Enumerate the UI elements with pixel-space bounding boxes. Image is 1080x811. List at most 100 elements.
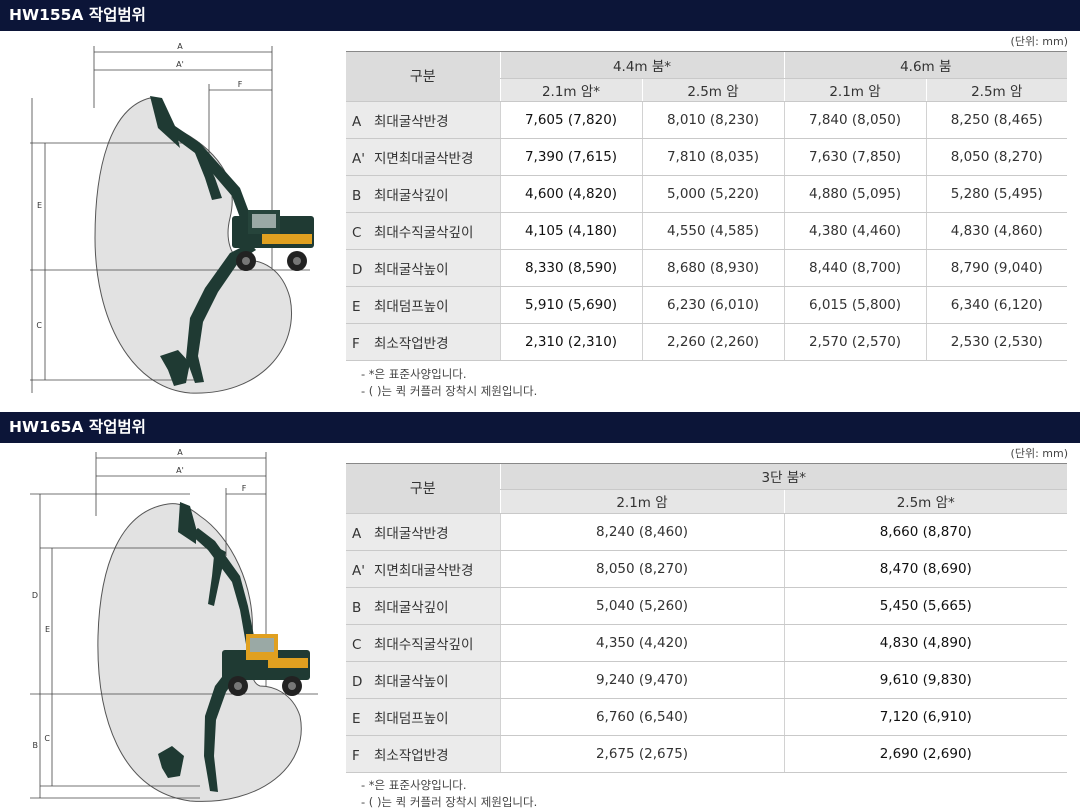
row-label: E 최대덤프높이 [346,286,500,324]
dim-label-a-prime: A' [176,60,184,69]
header-sub-arm: 2.1m 암 [499,489,784,514]
row-name: 지면최대굴삭반경 [374,562,474,579]
dim-label-a: A [177,42,183,51]
cell-value: 2,310 (2,310) [499,323,642,361]
table-row: E 최대덤프높이 6,760 (6,540) 7,120 (6,910) [346,698,1068,736]
cell-value: 6,760 (6,540) [499,698,784,736]
row-name: 최대덤프높이 [374,710,449,727]
header-group-3-piece-boom: 3단 붐* [499,464,1068,490]
unit-label-hw155a: (단위: mm) [1010,35,1068,48]
cell-value: 5,000 (5,220) [641,175,784,213]
cell-value: 5,280 (5,495) [925,175,1067,213]
row-label: A' 지면최대굴삭반경 [346,138,500,176]
note-quick-coupler: - ( )는 퀵 커플러 장착시 제원입니다. [361,384,538,398]
row-name: 최대굴삭반경 [374,525,449,542]
row-label: A 최대굴삭반경 [346,101,500,139]
cell-value: 7,120 (6,910) [783,698,1068,736]
dim-label-a: A [177,448,183,457]
cell-value: 8,680 (8,930) [641,249,784,287]
cell-value: 7,390 (7,615) [499,138,642,176]
spec-table-hw165a: 구분 3단 붐* 2.1m 암 2.5m 암* A 최대굴삭반경 8,240 (8… [346,464,1068,773]
cell-value: 8,330 (8,590) [499,249,642,287]
header-sub-arm: 2.5m 암 [925,78,1067,102]
row-name: 최소작업반경 [374,335,449,352]
table-row: A' 지면최대굴삭반경 7,390 (7,615) 7,810 (8,035) 7… [346,138,1067,176]
header-sub-arm: 2.1m 암 [783,78,926,102]
cell-value: 4,550 (4,585) [641,212,784,250]
table-row: A 최대굴삭반경 8,240 (8,460) 8,660 (8,870) [346,513,1068,551]
table-row: F 최소작업반경 2,675 (2,675) 2,690 (2,690) [346,735,1068,773]
cell-value: 8,010 (8,230) [641,101,784,139]
row-label: D 최대굴삭높이 [346,661,500,699]
row-letter: B [352,599,362,616]
row-name: 최소작업반경 [374,747,449,764]
row-label: E 최대덤프높이 [346,698,500,736]
row-name: 최대굴삭높이 [374,261,449,278]
cell-value: 4,350 (4,420) [499,624,784,662]
note-quick-coupler: - ( )는 퀵 커플러 장착시 제원입니다. [361,795,538,809]
row-letter: E [352,710,361,727]
table-row: A 최대굴삭반경 7,605 (7,820) 8,010 (8,230) 7,84… [346,101,1067,139]
cell-value: 4,105 (4,180) [499,212,642,250]
note-standard: - *은 표준사양입니다. [361,778,467,792]
row-name: 최대굴삭깊이 [374,187,449,204]
header-sub-arm: 2.5m 암* [783,489,1068,514]
row-label: C 최대수직굴삭깊이 [346,624,500,662]
row-name: 최대굴삭높이 [374,673,449,690]
dim-label-c: C [44,734,50,743]
row-letter: C [352,224,362,241]
table-row: D 최대굴삭높이 8,330 (8,590) 8,680 (8,930) 8,44… [346,249,1067,287]
cell-value: 7,810 (8,035) [641,138,784,176]
dim-label-f: F [242,484,247,493]
table-row: F 최소작업반경 2,310 (2,310) 2,260 (2,260) 2,57… [346,323,1067,361]
row-label: B 최대굴삭깊이 [346,587,500,625]
cell-value: 5,910 (5,690) [499,286,642,324]
row-letter: F [352,747,360,764]
dim-label-e: E [37,201,42,210]
row-letter: A [352,113,362,130]
row-letter: D [352,673,363,690]
row-label: C 최대수직굴삭깊이 [346,212,500,250]
row-letter: A [352,525,362,542]
header-gubun: 구분 [346,52,500,102]
cell-value: 5,040 (5,260) [499,587,784,625]
cell-value: 8,790 (9,040) [925,249,1067,287]
dim-label-b: B [33,741,39,750]
row-label: D 최대굴삭높이 [346,249,500,287]
cell-value: 9,610 (9,830) [783,661,1068,699]
row-name: 최대덤프높이 [374,298,449,315]
row-letter: B [352,187,362,204]
header-group-boom-46: 4.6m 붐 [783,52,1067,79]
cell-value: 4,830 (4,860) [925,212,1067,250]
row-letter: A' [352,150,365,167]
row-label: A 최대굴삭반경 [346,513,500,551]
excavator-body [232,210,314,271]
dim-label-c: C [36,321,42,330]
cell-value: 2,570 (2,570) [783,323,926,361]
notes-hw155a: - *은 표준사양입니다. - ( )는 퀵 커플러 장착시 제원입니다. [361,366,537,400]
cell-value: 8,470 (8,690) [783,550,1068,588]
cell-value: 8,660 (8,870) [783,513,1068,551]
cell-value: 7,840 (8,050) [783,101,926,139]
cell-value: 6,015 (5,800) [783,286,926,324]
cell-value: 8,250 (8,465) [925,101,1067,139]
cell-value: 8,050 (8,270) [499,550,784,588]
cell-value: 4,830 (4,890) [783,624,1068,662]
cell-value: 4,380 (4,460) [783,212,926,250]
table-row: A' 지면최대굴삭반경 8,050 (8,270) 8,470 (8,690) [346,550,1068,588]
header-gubun: 구분 [346,464,500,514]
row-letter: E [352,298,361,315]
row-label: B 최대굴삭깊이 [346,175,500,213]
cell-value: 4,880 (5,095) [783,175,926,213]
table-row: C 최대수직굴삭깊이 4,105 (4,180) 4,550 (4,585) 4,… [346,212,1067,250]
row-name: 지면최대굴삭반경 [374,150,474,167]
cell-value: 9,240 (9,470) [499,661,784,699]
dim-label-f: F [238,80,243,89]
cell-value: 8,440 (8,700) [783,249,926,287]
table-row: B 최대굴삭깊이 4,600 (4,820) 5,000 (5,220) 4,88… [346,175,1067,213]
row-name: 최대수직굴삭깊이 [374,224,474,241]
unit-label-hw165a: (단위: mm) [1010,447,1068,460]
cell-value: 2,690 (2,690) [783,735,1068,773]
cell-value: 5,450 (5,665) [783,587,1068,625]
cell-value: 4,600 (4,820) [499,175,642,213]
